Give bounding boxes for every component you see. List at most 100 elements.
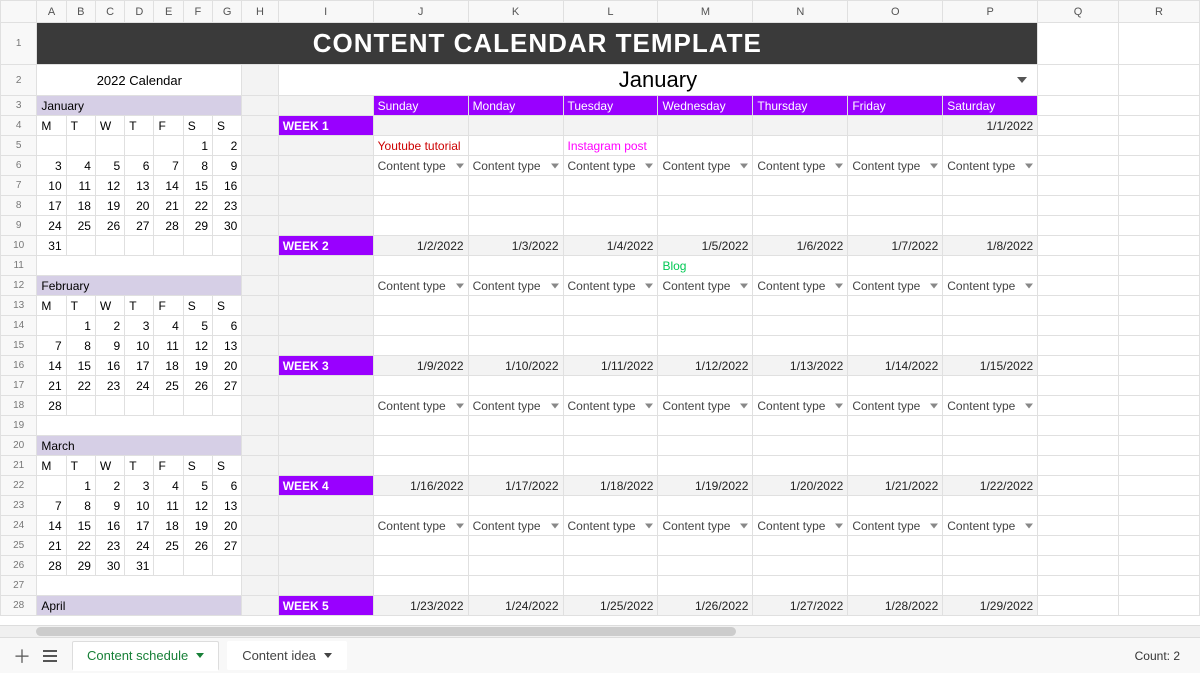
row-header[interactable]: 17 xyxy=(1,376,37,396)
col-header[interactable]: P xyxy=(943,1,1038,23)
row-header[interactable]: 16 xyxy=(1,356,37,376)
col-header[interactable]: I xyxy=(278,1,373,23)
row-header[interactable]: 15 xyxy=(1,336,37,356)
day-header-thu: Thursday xyxy=(753,96,848,116)
col-header[interactable]: D xyxy=(125,1,154,23)
row-header[interactable]: 24 xyxy=(1,516,37,536)
row-header[interactable]: 21 xyxy=(1,456,37,476)
col-header[interactable]: N xyxy=(753,1,848,23)
content-type-dropdown[interactable]: Content type xyxy=(373,516,468,536)
row-header[interactable]: 11 xyxy=(1,256,37,276)
content-type-dropdown[interactable]: Content type xyxy=(943,276,1038,296)
col-header[interactable]: E xyxy=(154,1,183,23)
row-header[interactable]: 8 xyxy=(1,196,37,216)
col-header[interactable]: R xyxy=(1118,1,1199,23)
tab-content-idea[interactable]: Content idea xyxy=(227,641,347,670)
content-type-dropdown[interactable]: Content type xyxy=(563,516,658,536)
row-header[interactable]: 19 xyxy=(1,416,37,436)
col-header[interactable]: F xyxy=(183,1,212,23)
content-type-dropdown[interactable]: Content type xyxy=(943,516,1038,536)
chevron-down-icon xyxy=(930,523,938,528)
content-type-dropdown[interactable]: Content type xyxy=(658,516,753,536)
content-type-dropdown[interactable]: Content type xyxy=(563,396,658,416)
mini-calendar-title: 2022 Calendar xyxy=(37,65,242,96)
col-header[interactable]: K xyxy=(468,1,563,23)
chevron-down-icon xyxy=(1025,523,1033,528)
chevron-down-icon xyxy=(456,523,464,528)
col-header[interactable]: B xyxy=(66,1,95,23)
content-type-dropdown[interactable]: Content type xyxy=(943,156,1038,176)
row-header[interactable]: 27 xyxy=(1,576,37,596)
chevron-down-icon xyxy=(1025,163,1033,168)
content-type-dropdown[interactable]: Content type xyxy=(563,156,658,176)
sheet-tab-bar: ＋ Content schedule Content idea Count: 2 xyxy=(0,637,1200,673)
content-type-dropdown[interactable]: Content type xyxy=(753,276,848,296)
add-sheet-button[interactable]: ＋ xyxy=(8,642,36,670)
all-sheets-button[interactable] xyxy=(36,642,64,670)
chevron-down-icon xyxy=(551,403,559,408)
tab-content-schedule[interactable]: Content schedule xyxy=(72,641,219,671)
entry-instagram[interactable]: Instagram post xyxy=(563,136,658,156)
content-type-dropdown[interactable]: Content type xyxy=(848,156,943,176)
content-type-dropdown[interactable]: Content type xyxy=(753,396,848,416)
col-header[interactable]: Q xyxy=(1038,1,1119,23)
col-header[interactable]: L xyxy=(563,1,658,23)
select-all-corner[interactable] xyxy=(1,1,37,23)
col-header[interactable]: O xyxy=(848,1,943,23)
entry-youtube[interactable]: Youtube tutorial xyxy=(373,136,468,156)
content-type-dropdown[interactable]: Content type xyxy=(373,396,468,416)
content-type-dropdown[interactable]: Content type xyxy=(848,276,943,296)
col-header[interactable]: H xyxy=(242,1,278,23)
mini-month-january: January xyxy=(37,96,242,116)
day-header-mon: Monday xyxy=(468,96,563,116)
content-type-dropdown[interactable]: Content type xyxy=(373,276,468,296)
chevron-down-icon xyxy=(324,653,332,658)
row-header[interactable]: 3 xyxy=(1,96,37,116)
col-header[interactable]: C xyxy=(95,1,124,23)
month-selector[interactable]: January xyxy=(278,65,1038,96)
row-header[interactable]: 12 xyxy=(1,276,37,296)
content-type-dropdown[interactable]: Content type xyxy=(373,156,468,176)
col-header[interactable]: J xyxy=(373,1,468,23)
row-header[interactable]: 20 xyxy=(1,436,37,456)
row-header[interactable]: 22 xyxy=(1,476,37,496)
chevron-down-icon xyxy=(1017,77,1027,83)
entry-blog[interactable]: Blog xyxy=(658,256,753,276)
row-header[interactable]: 9 xyxy=(1,216,37,236)
content-type-dropdown[interactable]: Content type xyxy=(848,396,943,416)
row-header[interactable]: 26 xyxy=(1,556,37,576)
row-header[interactable]: 1 xyxy=(1,23,37,65)
content-type-dropdown[interactable]: Content type xyxy=(753,156,848,176)
row-header[interactable]: 4 xyxy=(1,116,37,136)
row-header[interactable]: 10 xyxy=(1,236,37,256)
tab-label: Content idea xyxy=(242,648,316,663)
content-type-dropdown[interactable]: Content type xyxy=(753,516,848,536)
chevron-down-icon xyxy=(551,523,559,528)
row-header[interactable]: 13 xyxy=(1,296,37,316)
content-type-dropdown[interactable]: Content type xyxy=(658,396,753,416)
content-type-dropdown[interactable]: Content type xyxy=(848,516,943,536)
row-header[interactable]: 18 xyxy=(1,396,37,416)
row-header[interactable]: 6 xyxy=(1,156,37,176)
row-header[interactable]: 25 xyxy=(1,536,37,556)
content-type-dropdown[interactable]: Content type xyxy=(658,156,753,176)
date-cell[interactable]: 1/1/2022 xyxy=(943,116,1038,136)
col-header[interactable]: M xyxy=(658,1,753,23)
row-header[interactable]: 7 xyxy=(1,176,37,196)
row-header[interactable]: 14 xyxy=(1,316,37,336)
col-header[interactable]: G xyxy=(213,1,242,23)
horizontal-scrollbar[interactable] xyxy=(0,625,1200,637)
row-header[interactable]: 28 xyxy=(1,596,37,616)
row-header[interactable]: 23 xyxy=(1,496,37,516)
scrollbar-thumb[interactable] xyxy=(36,627,736,636)
content-type-dropdown[interactable]: Content type xyxy=(468,276,563,296)
row-header[interactable]: 2 xyxy=(1,65,37,96)
content-type-dropdown[interactable]: Content type xyxy=(563,276,658,296)
content-type-dropdown[interactable]: Content type xyxy=(468,156,563,176)
content-type-dropdown[interactable]: Content type xyxy=(468,396,563,416)
content-type-dropdown[interactable]: Content type xyxy=(943,396,1038,416)
row-header[interactable]: 5 xyxy=(1,136,37,156)
content-type-dropdown[interactable]: Content type xyxy=(658,276,753,296)
content-type-dropdown[interactable]: Content type xyxy=(468,516,563,536)
col-header[interactable]: A xyxy=(37,1,66,23)
